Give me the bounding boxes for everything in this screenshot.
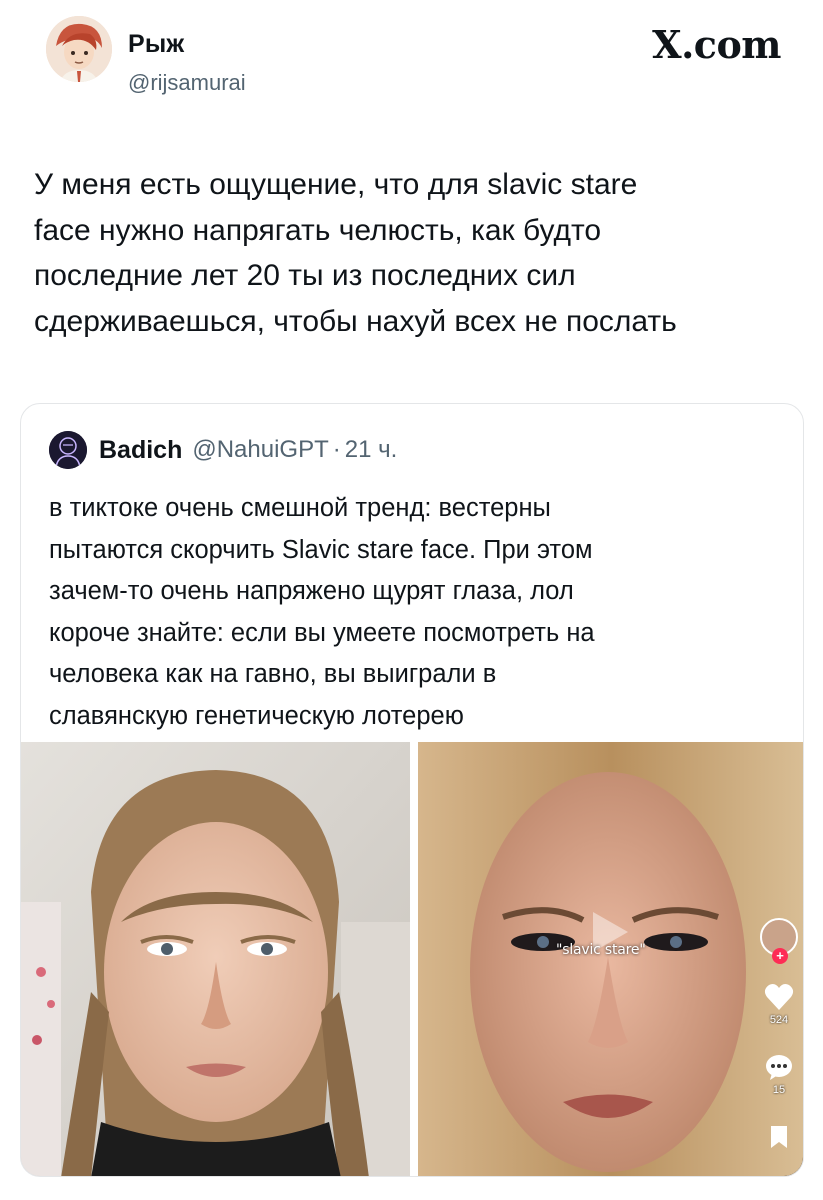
quoted-line: короче знайте: если вы умеете посмотреть… (49, 618, 595, 647)
comment-count: 15 (772, 1084, 786, 1096)
tweet-line: face нужно напрягать челюсть, как будто (34, 213, 602, 247)
quoted-tweet-text: в тиктоке очень смешной тренд: вестерны … (49, 488, 789, 737)
tweet-header: Рыж @rijsamurai X.com (0, 0, 823, 120)
quoted-display-name[interactable]: Badich (99, 436, 182, 465)
x-brand-text: X.com (652, 22, 781, 67)
quoted-line: зачем-то очень напряжено щурят глаза, ло… (49, 577, 574, 605)
tweet-text: У меня есть ощущение, что для slavic sta… (34, 162, 804, 344)
media-image-left[interactable] (21, 742, 410, 1176)
quoted-tweet[interactable]: Badich @NahuiGPT · 21 ч. в тиктоке очень… (20, 403, 804, 1177)
media-grid: "slavic stare" + 524 15 (21, 742, 803, 1176)
video-caption: "slavic stare" (556, 942, 646, 958)
quoted-timestamp[interactable]: 21 ч. (345, 436, 398, 464)
quoted-line: человека как на гавно, вы выиграли в (49, 660, 497, 688)
plus-icon[interactable]: + (772, 948, 788, 964)
tiktok-action-rail: + 524 15 (759, 918, 799, 1152)
bookmark-icon[interactable] (761, 1122, 797, 1152)
heart-icon[interactable] (761, 982, 797, 1012)
tweet-line: сдерживаешься, чтобы нахуй всех не посла… (34, 304, 677, 338)
like-count: 524 (769, 1014, 789, 1026)
quoted-handle[interactable]: @NahuiGPT (192, 436, 328, 464)
meta-separator: · (332, 436, 341, 463)
display-name[interactable]: Рыж (128, 30, 184, 59)
comment-icon[interactable] (761, 1052, 797, 1082)
avatar[interactable] (46, 16, 112, 82)
x-logo: X.com (652, 22, 781, 68)
quoted-line: пытаются скорчить Slavic stare face. При… (49, 535, 593, 564)
tweet-line: У меня есть ощущение, что для slavic sta… (34, 168, 638, 201)
quoted-line: славянскую генетическую лотерею (49, 701, 464, 730)
media-image-right[interactable]: "slavic stare" + 524 15 (418, 742, 803, 1176)
creator-avatar[interactable]: + (760, 918, 798, 964)
user-handle[interactable]: @rijsamurai (128, 70, 246, 96)
quoted-line: в тиктоке очень смешной тренд: вестерны (49, 494, 551, 522)
tweet-line: последние лет 20 ты из последних сил (34, 259, 576, 292)
quoted-tweet-header: Badich @NahuiGPT · 21 ч. (49, 430, 397, 470)
quoted-avatar[interactable] (49, 431, 87, 469)
